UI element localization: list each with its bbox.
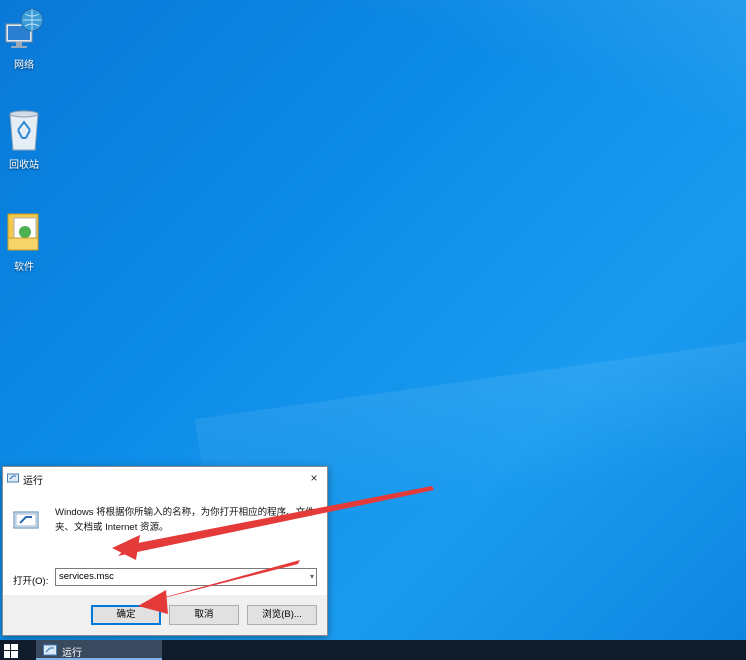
desktop-icon-label: 软件: [14, 262, 34, 273]
chevron-down-icon[interactable]: ▾: [310, 569, 314, 585]
run-icon: [43, 644, 57, 656]
taskbar-item-run[interactable]: 运行: [36, 640, 162, 660]
desktop-icon-label: 网络: [14, 60, 34, 71]
dialog-title: 运行: [23, 476, 43, 487]
ok-button[interactable]: 确定: [91, 605, 161, 625]
dialog-titlebar[interactable]: 运行 ×: [3, 467, 327, 489]
run-icon: [7, 473, 19, 483]
desktop-icon-network[interactable]: 网络: [0, 6, 48, 71]
desktop-icon-recycle-bin[interactable]: 回收站: [0, 108, 48, 171]
network-icon: [5, 8, 44, 48]
dialog-body: Windows 将根据你所输入的名称，为你打开相应的程序、文件夹、文档或 Int…: [3, 489, 327, 635]
browse-button[interactable]: 浏览(B)...: [247, 605, 317, 625]
cancel-button[interactable]: 取消: [169, 605, 239, 625]
folder-icon: [7, 213, 39, 251]
desktop-icon-software[interactable]: 软件: [0, 210, 48, 273]
close-button[interactable]: ×: [305, 469, 323, 487]
button-bar: 确定 取消 浏览(B)...: [3, 595, 327, 635]
run-dialog: 运行 × Windows 将根据你所输入的名称，为你打开相应的程序、文件夹、文档…: [2, 466, 328, 636]
recycle-bin-icon: [9, 110, 39, 151]
open-label: 打开(O):: [13, 576, 49, 587]
dialog-description: Windows 将根据你所输入的名称，为你打开相应的程序、文件夹、文档或 Int…: [55, 507, 315, 533]
open-input-value: services.msc: [59, 571, 114, 582]
taskbar-item-label: 运行: [62, 648, 82, 659]
desktop-icon-label: 回收站: [9, 160, 39, 171]
run-program-icon: [13, 511, 39, 529]
windows-start-icon[interactable]: [4, 644, 18, 658]
open-input[interactable]: services.msc ▾: [55, 568, 317, 586]
taskbar: 运行: [0, 640, 746, 660]
